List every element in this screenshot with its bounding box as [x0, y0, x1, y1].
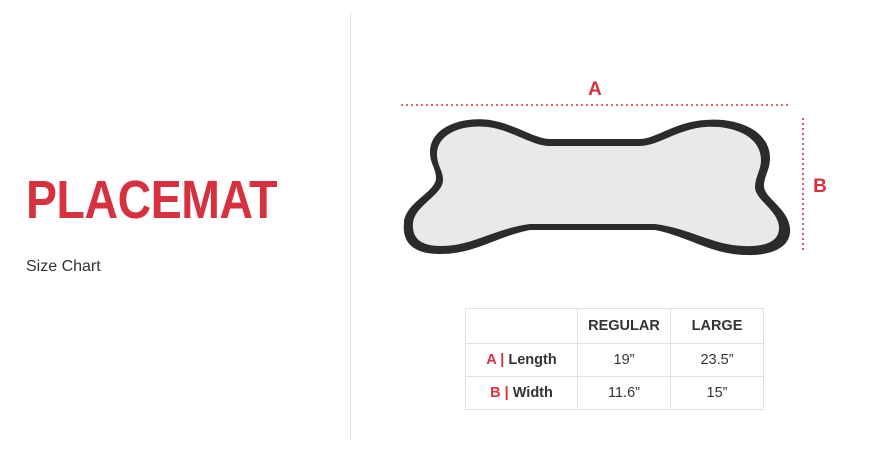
row-letter: B	[490, 385, 501, 401]
table-header-cell	[465, 308, 578, 344]
row-label-text: Length	[508, 352, 557, 368]
dimension-b-label: B	[813, 176, 827, 197]
row-label-width: B | Width	[465, 376, 578, 410]
cell-width-large: 15”	[670, 376, 764, 410]
row-label-text: Width	[512, 385, 553, 401]
row-letter: A	[486, 352, 497, 368]
row-separator: |	[504, 385, 509, 401]
row-label-length: A | Length	[465, 343, 578, 377]
cell-length-large: 23.5”	[670, 343, 764, 377]
table-header-regular: REGULAR	[577, 308, 671, 344]
row-separator: |	[500, 352, 505, 368]
cell-length-regular: 19”	[577, 343, 671, 377]
bone-shape-icon	[403, 119, 791, 256]
table-row-length: A | Length 19” 23.5”	[465, 343, 764, 377]
dimension-a-label: A	[588, 79, 602, 100]
cell-width-regular: 11.6”	[577, 376, 671, 410]
table-header-row: REGULAR LARGE	[465, 308, 764, 344]
table-row-width: B | Width 11.6” 15”	[465, 376, 764, 410]
size-chart-table: REGULAR LARGE A | Length 19” 23.5” B | W…	[465, 308, 764, 410]
table-header-large: LARGE	[670, 308, 764, 344]
